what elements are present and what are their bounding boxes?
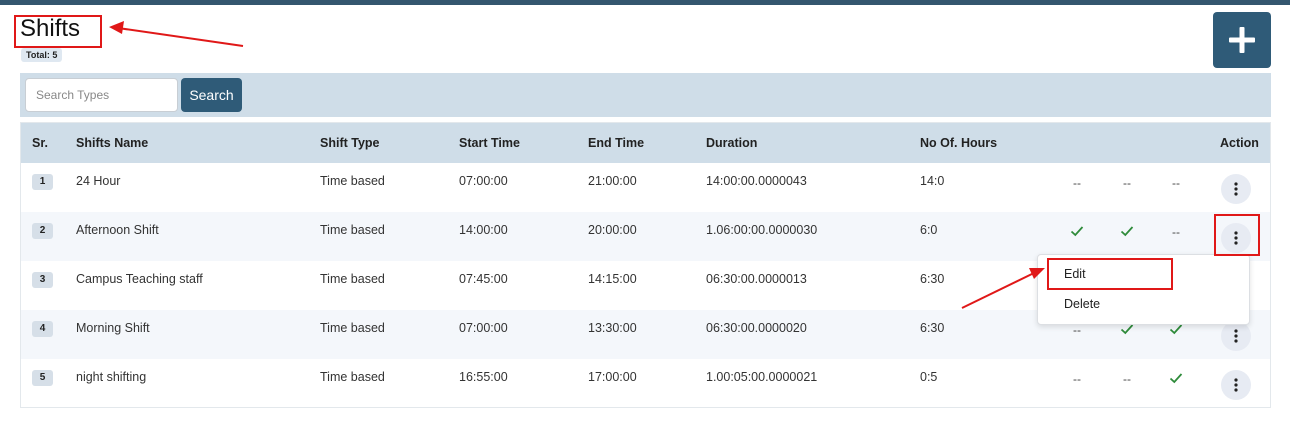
more-vertical-icon: [1234, 378, 1238, 392]
end-time-cell: 14:15:00: [588, 272, 637, 286]
hours-cell: 6:0: [920, 223, 938, 237]
search-button[interactable]: Search: [181, 78, 242, 112]
hours-cell: 6:30: [920, 321, 945, 335]
column-header-end-time: End Time: [588, 136, 645, 150]
shift-type-cell: Time based: [320, 223, 385, 237]
column-header-action: Action: [1220, 136, 1259, 150]
column-header-shift-type: Shift Type: [320, 136, 380, 150]
column-header-duration: Duration: [706, 136, 758, 150]
annotation-edit-box: [1047, 258, 1173, 290]
hours-cell: 6:30: [920, 272, 945, 286]
search-panel: Search: [20, 73, 1271, 117]
row-number-badge: 5: [32, 370, 53, 386]
duration-cell: 14:00:00.0000043: [706, 174, 807, 188]
top-bar: [0, 0, 1290, 5]
column-header-start-time: Start Time: [459, 136, 520, 150]
start-time-cell: 14:00:00: [459, 223, 508, 237]
status-dash: --: [1172, 225, 1180, 239]
hours-cell: 14:0: [920, 174, 945, 188]
row-number-badge: 2: [32, 223, 53, 239]
table-row: 5 night shifting Time based 16:55:00 17:00:0…: [21, 359, 1270, 408]
row-number-badge: 3: [32, 272, 53, 288]
table-header: Sr. Shifts Name Shift Type Start Time En…: [21, 123, 1270, 163]
plus-icon: [1229, 27, 1255, 53]
shift-type-cell: Time based: [320, 174, 385, 188]
column-header-hours: No Of. Hours: [920, 136, 998, 150]
duration-cell: 06:30:00.0000020: [706, 321, 807, 335]
check-icon: [1069, 223, 1085, 239]
status-dash: --: [1073, 372, 1081, 386]
shift-type-cell: Time based: [320, 272, 385, 286]
shift-type-cell: Time based: [320, 321, 385, 335]
shift-name-cell: Afternoon Shift: [76, 223, 159, 237]
menu-item-delete[interactable]: Delete: [1038, 289, 1249, 319]
annotation-title-box: [14, 15, 102, 48]
check-icon: [1168, 370, 1184, 386]
hours-cell: 0:5: [920, 370, 938, 384]
row-action-button[interactable]: [1221, 321, 1251, 351]
duration-cell: 1.06:00:00.0000030: [706, 223, 818, 237]
status-dash: --: [1123, 372, 1131, 386]
end-time-cell: 21:00:00: [588, 174, 637, 188]
column-header-sr: Sr.: [32, 136, 48, 150]
add-shift-button[interactable]: [1213, 12, 1271, 68]
row-number-badge: 1: [32, 174, 53, 190]
start-time-cell: 07:45:00: [459, 272, 508, 286]
start-time-cell: 16:55:00: [459, 370, 508, 384]
status-dash: --: [1073, 176, 1081, 190]
search-input[interactable]: [25, 78, 178, 112]
total-badge: Total: 5: [21, 48, 63, 62]
shift-name-cell: night shifting: [76, 370, 147, 384]
more-vertical-icon: [1234, 182, 1238, 196]
end-time-cell: 13:30:00: [588, 321, 637, 335]
check-icon: [1119, 223, 1135, 239]
column-header-name: Shifts Name: [76, 136, 149, 150]
shift-name-cell: Morning Shift: [76, 321, 150, 335]
end-time-cell: 20:00:00: [588, 223, 637, 237]
shift-type-cell: Time based: [320, 370, 385, 384]
shift-name-cell: Campus Teaching staff: [76, 272, 203, 286]
row-action-button[interactable]: [1221, 370, 1251, 400]
row-number-badge: 4: [32, 321, 53, 337]
status-dash: --: [1123, 176, 1131, 190]
duration-cell: 06:30:00.0000013: [706, 272, 807, 286]
annotation-action-box: [1214, 214, 1260, 256]
duration-cell: 1.00:05:00.0000021: [706, 370, 818, 384]
start-time-cell: 07:00:00: [459, 174, 508, 188]
shift-name-cell: 24 Hour: [76, 174, 121, 188]
status-dash: --: [1172, 176, 1180, 190]
end-time-cell: 17:00:00: [588, 370, 637, 384]
start-time-cell: 07:00:00: [459, 321, 508, 335]
row-action-button[interactable]: [1221, 174, 1251, 204]
more-vertical-icon: [1234, 329, 1238, 343]
table-row: 1 24 Hour Time based 07:00:00 21:00:00 14:00:…: [21, 163, 1270, 212]
